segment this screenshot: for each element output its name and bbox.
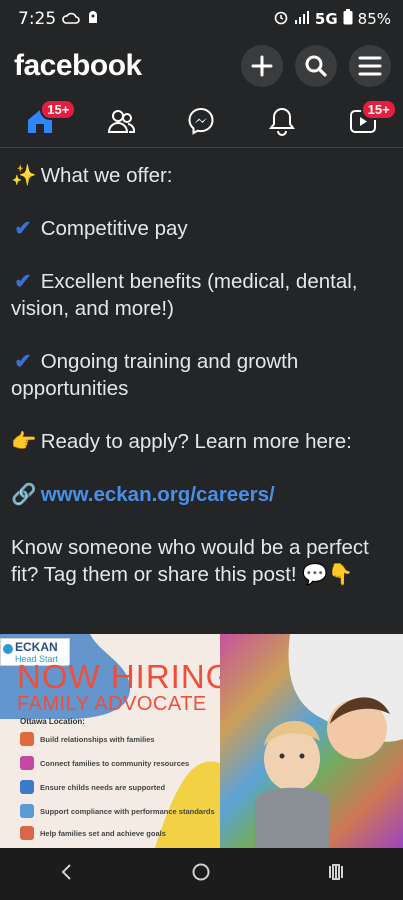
home-circle-icon xyxy=(192,863,210,881)
menu-icon xyxy=(358,56,382,76)
offer-item-2-text: Excellent benefits (medical, dental, vis… xyxy=(11,270,358,320)
tab-notifications[interactable] xyxy=(262,101,302,141)
recents-button[interactable] xyxy=(326,862,346,886)
apply-text: Ready to apply? Learn more here: xyxy=(40,430,352,453)
duty-text: Build relationships with families xyxy=(40,734,155,744)
link-icon: 🔗 xyxy=(11,483,37,506)
tab-home[interactable]: 15+ xyxy=(20,98,77,141)
recents-icon xyxy=(328,864,343,880)
hiring-headline: NOW HIRING xyxy=(17,658,233,695)
post-text: ✨ What we offer: ✔ Competitive pay ✔ Exc… xyxy=(0,150,403,588)
link-line: 🔗 www.eckan.org/careers/ xyxy=(11,481,393,508)
status-time: 7:25 xyxy=(18,9,57,29)
search-button[interactable] xyxy=(295,45,337,87)
location-label: Ottawa Location: xyxy=(20,717,85,726)
logo-line1: ECKAN xyxy=(15,640,58,654)
home-button[interactable] xyxy=(191,862,211,886)
duty-text: Support compliance with performance stan… xyxy=(40,806,215,816)
signal-icon xyxy=(294,10,310,28)
alarm-icon xyxy=(273,9,289,29)
pointing-down-icon: 👇 xyxy=(327,563,354,586)
offer-item-3: ✔ Ongoing training and growth opportunit… xyxy=(11,348,393,402)
checklist-icon xyxy=(20,804,34,818)
share-line: Know someone who would be a perfect fit?… xyxy=(11,534,393,588)
offer-item-1: ✔ Competitive pay xyxy=(11,215,393,242)
offer-item-3-text: Ongoing training and growth opportunitie… xyxy=(11,350,299,400)
plus-icon xyxy=(251,55,273,77)
duty-item: Support compliance with performance stan… xyxy=(20,802,215,820)
offer-item-1-text: Competitive pay xyxy=(40,217,188,240)
menu-button[interactable] xyxy=(349,45,391,87)
search-icon xyxy=(305,55,327,77)
messenger-icon xyxy=(188,107,214,135)
careers-link[interactable]: www.eckan.org/careers/ xyxy=(41,483,275,506)
video-badge: 15+ xyxy=(360,98,397,120)
tab-video[interactable]: 15+ xyxy=(343,98,397,141)
duty-text: Help families set and achieve goals xyxy=(40,828,166,838)
duty-item: Ensure childs needs are supported xyxy=(20,778,165,796)
support-icon xyxy=(20,780,34,794)
main-nav: 15+ 15+ xyxy=(0,94,403,148)
battery-level: 85% xyxy=(357,10,391,28)
tab-friends[interactable] xyxy=(101,101,141,141)
pointing-right-icon: 👉 xyxy=(11,430,37,453)
bell-icon xyxy=(269,107,296,136)
connect-icon xyxy=(20,756,34,770)
battery-icon xyxy=(343,9,353,29)
check-icon: ✔ xyxy=(14,270,32,293)
duty-text: Ensure childs needs are supported xyxy=(40,782,166,792)
status-bar: 7:25 5G 85% xyxy=(0,0,403,38)
flyer: ECKAN Head Start NOW HIRING FAMILY ADVOC… xyxy=(0,634,245,848)
post-image[interactable]: ECKAN Head Start NOW HIRING FAMILY ADVOC… xyxy=(0,634,403,848)
check-icon: ✔ xyxy=(14,217,32,240)
offer-heading: What we offer: xyxy=(40,164,173,187)
network-type: 5G xyxy=(314,10,338,28)
apply-line: 👉 Ready to apply? Learn more here: xyxy=(11,428,393,455)
children-photo xyxy=(220,634,403,848)
offer-item-2: ✔ Excellent benefits (medical, dental, v… xyxy=(11,268,393,322)
speech-bubble-icon: 💬 xyxy=(302,563,328,586)
duty-item: Connect families to community resources xyxy=(20,754,189,772)
position-title: FAMILY ADVOCATE xyxy=(17,693,207,715)
facebook-logo[interactable]: facebook xyxy=(14,49,142,83)
back-button[interactable] xyxy=(57,862,77,886)
duty-text: Connect families to community resources xyxy=(40,758,190,768)
duty-item: Help families set and achieve goals xyxy=(20,824,166,842)
tab-messenger[interactable] xyxy=(181,101,221,141)
app-notification-icon xyxy=(86,9,100,29)
goal-icon xyxy=(20,826,34,840)
offer-heading-line: ✨ What we offer: xyxy=(11,162,393,189)
system-nav-bar xyxy=(0,848,403,900)
create-button[interactable] xyxy=(241,45,283,87)
home-badge: 15+ xyxy=(40,98,77,120)
back-icon xyxy=(61,864,71,880)
app-header: facebook xyxy=(0,38,403,94)
sparkles-icon: ✨ xyxy=(11,164,37,187)
check-icon: ✔ xyxy=(14,350,32,373)
duty-item: Build relationships with families xyxy=(20,730,155,748)
friends-icon xyxy=(107,109,135,133)
cloud-icon xyxy=(62,9,80,29)
handshake-icon xyxy=(20,732,34,746)
